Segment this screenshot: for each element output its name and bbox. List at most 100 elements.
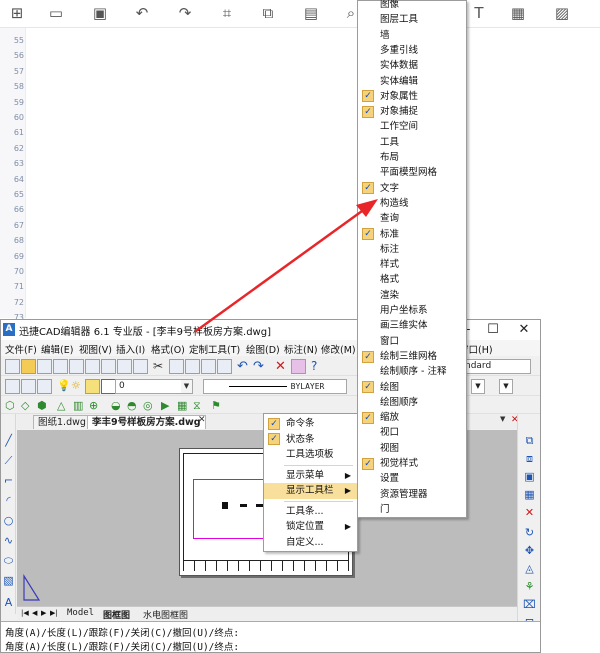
hatch-tool-icon[interactable]: ▧ [2, 574, 15, 587]
menu-item[interactable]: 显示菜单 ▶ [264, 468, 357, 484]
layer-color-icon[interactable] [101, 379, 116, 394]
menu-item[interactable]: ✓ 绘图 [358, 380, 466, 395]
layer-select[interactable]: 0 ▼ [115, 379, 193, 394]
menu-item[interactable]: 样式 [358, 257, 466, 272]
stretch-icon[interactable]: ⚘ [523, 580, 536, 593]
menu-item[interactable]: ✓ 缩放 [358, 410, 466, 425]
menu-item[interactable]: ✓ 对象捕捉 [358, 104, 466, 119]
print-icon[interactable] [69, 359, 84, 374]
chevron-down-icon[interactable]: ▼ [181, 380, 192, 393]
scale-icon[interactable]: ◬ [523, 562, 536, 575]
delete-icon[interactable]: ✕ [275, 359, 290, 374]
3d-dish-icon[interactable]: ◒ [111, 399, 126, 414]
3d-extrude-icon[interactable]: ▶ [161, 399, 176, 414]
menu-view[interactable]: 视图(V) [79, 342, 112, 356]
find-icon[interactable] [117, 359, 132, 374]
menu-item[interactable]: 自定义... [264, 535, 357, 551]
clipboard-icon[interactable]: ▤ [302, 4, 320, 22]
menu-insert[interactable]: 插入(I) [116, 342, 145, 356]
tab-layout-frame[interactable]: 图框图 [103, 608, 130, 621]
3d-cone-icon[interactable]: △ [57, 399, 72, 414]
next-layout-icon[interactable]: ▶ [41, 609, 46, 617]
menu-item[interactable]: ✓ 命令条 [264, 416, 357, 432]
menu-item[interactable]: ✓ 对象属性 [358, 89, 466, 104]
arc-tool-icon[interactable]: ◜ [2, 494, 15, 507]
last-layout-icon[interactable]: ▶| [50, 609, 58, 617]
publish-icon[interactable] [101, 359, 116, 374]
menu-item[interactable]: 图像 [358, 0, 466, 12]
match-properties-icon[interactable] [201, 359, 216, 374]
undo-icon[interactable]: ↶ [133, 4, 151, 22]
offset-icon[interactable]: ▣ [523, 470, 536, 483]
menu-item[interactable]: 渲染 [358, 288, 466, 303]
undo-cad-icon[interactable]: ↶ [237, 359, 252, 374]
polyline-tool-icon[interactable]: ⌐ [2, 474, 15, 487]
3d-cube-icon[interactable]: ⬢ [37, 399, 52, 414]
menu-dimension[interactable]: 标注(N) [284, 342, 318, 356]
close-button[interactable]: ✕ [513, 321, 535, 339]
menu-item[interactable]: 平面模型网格 [358, 165, 466, 180]
redo-icon[interactable]: ↷ [176, 4, 194, 22]
menu-file[interactable]: 文件(F) [5, 342, 37, 356]
image-icon[interactable]: ▨ [553, 4, 571, 22]
tab-close-icon[interactable]: ✕ [198, 415, 206, 425]
menu-item[interactable]: 实体数据 [358, 58, 466, 73]
xline-tool-icon[interactable]: ⟋ [2, 454, 15, 467]
layer-previous-icon[interactable] [37, 379, 52, 394]
tab-active-drawing[interactable]: 李丰9号样板房方案.dwg [87, 415, 206, 429]
layer-manager-icon[interactable] [5, 379, 20, 394]
cut-icon[interactable]: ✂ [153, 359, 168, 374]
menu-item[interactable]: 设置 [358, 471, 466, 486]
menu-item[interactable]: ✓ 标准 [358, 227, 466, 242]
open-folder-icon[interactable] [21, 359, 36, 374]
3d-cylinder-icon[interactable]: ▥ [73, 399, 88, 414]
circle-tool-icon[interactable]: ○ [2, 514, 15, 527]
spline-tool-icon[interactable]: ∿ [2, 534, 15, 547]
menu-item[interactable]: 绘制顺序 - 注释 [358, 364, 466, 379]
spellcheck-icon[interactable] [133, 359, 148, 374]
prev-layout-icon[interactable]: ◀ [32, 609, 37, 617]
menu-item[interactable]: 构造线 [358, 196, 466, 211]
menu-item[interactable]: 墙 [358, 28, 466, 43]
print-preview-icon[interactable] [85, 359, 100, 374]
menu-item[interactable]: ✓ 视觉样式 [358, 456, 466, 471]
folder-icon[interactable]: ▭ [47, 4, 65, 22]
menu-item[interactable]: 多重引线 [358, 43, 466, 58]
erase-icon[interactable]: ✕ [523, 506, 536, 519]
ellipse-tool-icon[interactable]: ⬭ [2, 554, 15, 567]
menu-item[interactable]: ✓ 文字 [358, 181, 466, 196]
copy-file-icon[interactable] [169, 359, 184, 374]
3d-revolve-icon[interactable]: ▦ [177, 399, 192, 414]
menu-item[interactable]: 标注 [358, 242, 466, 257]
text-tool-icon[interactable]: T [470, 4, 488, 22]
3d-slice-icon[interactable]: ⧖ [193, 399, 208, 414]
tab-list-arrow-icon[interactable]: ▼ [500, 415, 505, 423]
3d-sphere-icon[interactable]: ⊕ [89, 399, 104, 414]
menu-item[interactable]: 格式 [358, 272, 466, 287]
mirror-icon[interactable]: ⧈ [523, 452, 536, 465]
menu-tools[interactable]: 定制工具(T) [189, 342, 240, 356]
tab-layout-plumbing[interactable]: 水电图框图 [143, 608, 188, 621]
menu-draw[interactable]: 绘图(D) [246, 342, 280, 356]
save-icon[interactable]: ▣ [91, 4, 109, 22]
menu-item[interactable]: 工具条... [264, 504, 357, 520]
menu-item[interactable]: 门 [358, 502, 466, 517]
menu-item[interactable]: 工具选项板 [264, 447, 357, 463]
paste-icon[interactable] [185, 359, 200, 374]
copy-object-icon[interactable]: ⧉ [523, 434, 536, 447]
crop-icon[interactable]: ⌗ [218, 4, 236, 22]
menu-item[interactable]: 实体编辑 [358, 74, 466, 89]
line-tool-icon[interactable]: ╱ [2, 434, 15, 447]
layer-state-icon[interactable] [21, 379, 36, 394]
tab-drawing1[interactable]: 图纸1.dwg [33, 415, 91, 429]
menu-item[interactable]: 图层工具 [358, 12, 466, 27]
menu-item[interactable]: 工具 [358, 135, 466, 150]
menu-item[interactable]: 工作空间 [358, 119, 466, 134]
3d-torus-icon[interactable]: ◎ [143, 399, 158, 414]
text-style-combo[interactable]: ndard [461, 359, 531, 374]
menu-item[interactable]: ✓ 绘制三维网格 [358, 349, 466, 364]
rotate-icon[interactable]: ↻ [523, 526, 536, 539]
copy-icon[interactable]: ⧉ [259, 4, 277, 22]
lineweight-dropdown[interactable]: ▼ [471, 379, 485, 394]
text-tool-cad-icon[interactable]: A [2, 596, 15, 609]
